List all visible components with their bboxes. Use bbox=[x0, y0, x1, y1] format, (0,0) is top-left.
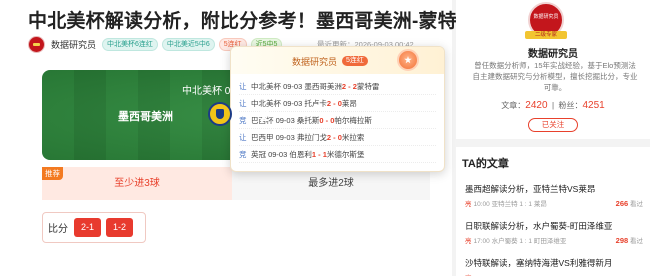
record-match: 巴西甲 09-03 弗拉门戈 bbox=[251, 132, 327, 142]
ta-article-item[interactable]: 墨西超解读分析，亚特兰特VS莱昂 亮 10:00 亚特兰特 1 : 1 莱昂 2… bbox=[465, 183, 643, 208]
ta-article-flag: 亮 bbox=[465, 201, 472, 208]
record-opponent: 米拉索 bbox=[341, 132, 365, 142]
record-score: 2 - 0 bbox=[326, 98, 342, 108]
record-type: 让 bbox=[239, 98, 247, 108]
ta-article-meta: 亮 17:00 水户蜀葵 1 : 1 町田泽维亚 298 看过 bbox=[465, 235, 643, 245]
team-logo-icon bbox=[208, 102, 232, 126]
follow-button[interactable]: 已关注 bbox=[528, 118, 578, 132]
fans-label: 粉丝： bbox=[558, 101, 583, 110]
expert-level-badge: 二级专家 bbox=[525, 31, 567, 39]
author-profile-card: 数据研究员 二级专家 数据研究员 曾任数据分析师，15年实战经验，基于Elo预测… bbox=[456, 0, 650, 139]
score-label: 比分 bbox=[48, 224, 68, 235]
profile-avatar-text: 数据研究员 bbox=[533, 14, 559, 20]
record-match: 中北美杯 09-03 墨西哥美洲 bbox=[251, 81, 342, 91]
record-type: 让 bbox=[239, 132, 247, 142]
record-score: 2 - 0 bbox=[326, 132, 342, 142]
score-reference: 比分 2-1 1-2 bbox=[42, 212, 146, 243]
profile-name[interactable]: 数据研究员 bbox=[456, 45, 650, 60]
popup-header: 数据研究员 5连红 bbox=[231, 47, 444, 74]
ta-article-flag: 亮 bbox=[465, 238, 472, 245]
ta-article-flag: 亮 bbox=[465, 272, 472, 276]
score-option-2[interactable]: 1-2 bbox=[106, 218, 133, 237]
recommend-badge: 推荐 bbox=[42, 167, 63, 180]
article-title: 中北美杯解读分析，附比分参考！墨西哥美洲-蒙特雷 bbox=[28, 11, 477, 32]
ta-article-title: 沙特联解读，塞纳特海港VS利雅得新月 bbox=[465, 258, 613, 268]
record-opponent: 帕尔梅拉斯 bbox=[334, 115, 372, 125]
medal-icon bbox=[397, 49, 419, 71]
ta-articles-title: TA的文章 bbox=[462, 158, 509, 170]
option-over-label: 至少进3球 bbox=[114, 178, 160, 189]
banner-league: 中北美杯 09 bbox=[182, 86, 236, 97]
ta-article-reads: 298 看过 bbox=[615, 236, 643, 245]
record-match: 英冠 09-03 伯恩利 bbox=[251, 149, 312, 159]
fans-count: 4251 bbox=[582, 100, 605, 111]
ta-articles-panel: TA的文章 墨西超解读分析，亚特兰特VS莱昂 亮 10:00 亚特兰特 1 : … bbox=[456, 147, 650, 276]
record-score: 0 - 0 bbox=[319, 115, 335, 125]
author-name[interactable]: 数据研究员 bbox=[51, 38, 96, 51]
ta-article-title: 日职联解读分析，水户蜀葵-町田泽维亚 bbox=[465, 221, 613, 231]
tag-record-1: 中北美杯6连红 bbox=[102, 37, 158, 51]
ta-article-match: 10:00 亚特兰特 1 : 1 莱昂 bbox=[473, 201, 547, 208]
ta-article-meta: 亮 10:00 亚特兰特 1 : 1 莱昂 266 看过 bbox=[465, 198, 643, 208]
score-option-1[interactable]: 2-1 bbox=[74, 218, 101, 237]
record-type: 竞 bbox=[239, 149, 247, 159]
record-score: 2 - 2 bbox=[341, 81, 357, 91]
record-opponent: 米德尔斯堡 bbox=[326, 149, 365, 159]
ta-article-reads: 266 看过 bbox=[615, 199, 643, 208]
record-opponent: 莱昂 bbox=[341, 98, 357, 108]
profile-stats: 文章：2420 | 粉丝：4251 bbox=[501, 100, 605, 111]
record-score: 1 - 1 bbox=[311, 149, 327, 159]
option-over-button[interactable]: 至少进3球 推荐 bbox=[42, 167, 232, 200]
profile-description: 曾任数据分析师，15年实战经验，基于Elo预测法自主建数据研究与分析模型，擅长挖… bbox=[472, 61, 638, 92]
ta-article-item[interactable]: 日职联解读分析，水户蜀葵-町田泽维亚 亮 17:00 水户蜀葵 1 : 1 町田… bbox=[465, 220, 643, 245]
banner-team-name: 墨西哥美洲 bbox=[118, 111, 173, 123]
record-opponent: 蒙特雷 bbox=[356, 81, 380, 91]
ta-article-title: 墨西超解读分析，亚特兰特VS莱昂 bbox=[465, 184, 596, 194]
ta-article-meta: 亮 bbox=[465, 272, 643, 276]
record-row[interactable]: 让 巴西甲 09-03 弗拉门戈 2 - 0 米拉索 bbox=[239, 129, 436, 146]
banner-score: 2 bbox=[260, 106, 270, 125]
record-row[interactable]: 竞 英冠 09-03 伯恩利 1 - 1 米德尔斯堡 bbox=[239, 146, 436, 163]
popup-streak-badge: 5连红 bbox=[342, 56, 368, 66]
articles-label: 文章： bbox=[501, 101, 526, 110]
record-type: 竞 bbox=[239, 115, 247, 125]
record-type: 让 bbox=[239, 81, 247, 91]
record-row[interactable]: 让 中北美杯 09-03 墨西哥美洲 2 - 2 蒙特雷 bbox=[239, 78, 436, 95]
tag-record-2: 中北美近5中6 bbox=[161, 37, 215, 51]
ta-article-match: 17:00 水户蜀葵 1 : 1 町田泽维亚 bbox=[473, 238, 567, 245]
popup-author-name: 数据研究员 bbox=[292, 57, 338, 67]
ta-article-item[interactable]: 沙特联解读，塞纳特海港VS利雅得新月 亮 bbox=[465, 257, 643, 276]
author-avatar[interactable] bbox=[28, 35, 45, 53]
articles-count: 2420 bbox=[525, 100, 548, 111]
